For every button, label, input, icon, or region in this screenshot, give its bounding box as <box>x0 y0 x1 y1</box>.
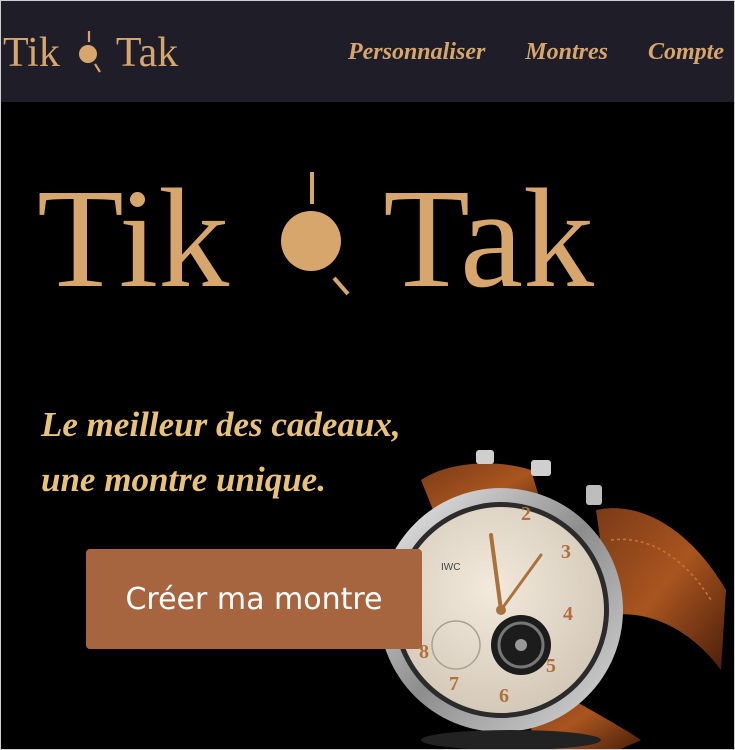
svg-text:3: 3 <box>561 541 571 563</box>
hero-logo: Tik Tak <box>37 159 595 317</box>
svg-text:4: 4 <box>563 603 573 625</box>
hero-tagline: Le meilleur des cadeaux, une montre uniq… <box>41 397 401 507</box>
hero-logo-tak: Tak <box>383 159 595 317</box>
wristwatch-photo: 2 3 4 5 6 7 8 9 IWC <box>381 450 726 749</box>
nav-link-montres[interactable]: Montres <box>525 35 608 69</box>
hero-section: Tik Tak Le meilleur des cadeaux, une mon… <box>1 102 734 749</box>
svg-text:2: 2 <box>521 503 531 525</box>
clock-dot-icon <box>281 172 350 296</box>
nav-logo-tik: Tik <box>3 30 60 76</box>
nav-links: Personnaliser Montres Compte <box>348 35 724 69</box>
nav-link-personnaliser[interactable]: Personnaliser <box>348 35 485 69</box>
tagline-line-2: une montre unique. <box>41 460 326 499</box>
create-watch-button[interactable]: Créer ma montre <box>86 549 422 649</box>
hero-logo-tik: Tik <box>37 159 230 317</box>
tagline-line-1: Le meilleur des cadeaux, <box>41 405 401 444</box>
svg-text:7: 7 <box>449 673 459 695</box>
navbar: Tik Tak Personnaliser Montres Compte <box>1 1 734 102</box>
svg-text:6: 6 <box>499 685 509 707</box>
nav-logo-tak: Tak <box>115 30 179 76</box>
nav-link-compte[interactable]: Compte <box>648 35 724 69</box>
svg-text:IWC: IWC <box>441 562 460 573</box>
page-frame: Tik Tak Personnaliser Montres Compte Tik… <box>0 0 735 750</box>
clock-dot-icon <box>78 31 101 73</box>
nav-logo[interactable]: Tik Tak <box>3 29 178 77</box>
